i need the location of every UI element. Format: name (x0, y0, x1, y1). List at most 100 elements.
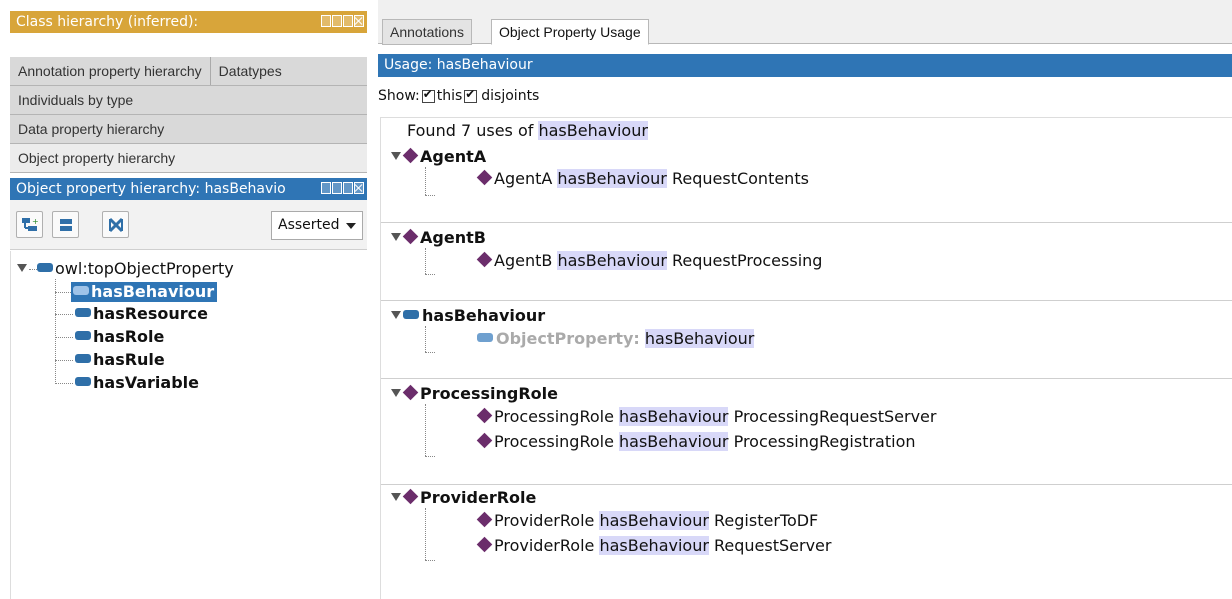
tree-node-hasvariable[interactable]: hasVariable (75, 373, 199, 393)
expand-toggle-icon[interactable] (391, 389, 401, 397)
show-label: Show: (378, 88, 420, 104)
individual-icon (476, 251, 493, 268)
usage-group-header[interactable]: AgentA (391, 147, 486, 167)
group-separator (381, 300, 1232, 301)
restore-icon[interactable] (321, 182, 331, 194)
tree-connector (55, 337, 73, 338)
usage-group-label: hasBehaviour (422, 306, 546, 325)
expand-toggle-icon[interactable] (391, 152, 401, 160)
close-icon[interactable] (354, 15, 364, 27)
tree-connector (55, 383, 73, 384)
view-tabs: Annotations Object Property Usage (378, 0, 1232, 45)
usage-item[interactable]: ProviderRole hasBehaviour RequestServer (476, 536, 831, 556)
tree-connector (425, 560, 435, 561)
tab-row-object-property: Object property hierarchy (10, 144, 367, 173)
tree-node-label: hasBehaviour (91, 282, 215, 301)
usage-group-label: AgentA (420, 147, 487, 166)
usage-item[interactable]: ObjectProperty: hasBehaviour (477, 329, 755, 349)
show-options: Show: this disjoints (378, 87, 539, 105)
hierarchy-toolbar: + Asserted (10, 200, 367, 250)
individual-icon (402, 488, 419, 505)
individual-icon (476, 407, 493, 424)
minimize-icon[interactable] (332, 15, 342, 27)
tab-data-property-hierarchy[interactable]: Data property hierarchy (10, 115, 172, 143)
expand-toggle-icon[interactable] (391, 311, 401, 319)
delete-property-button[interactable] (102, 211, 129, 238)
expand-toggle-icon[interactable] (391, 493, 401, 501)
object-property-icon (75, 354, 91, 363)
object-property-hierarchy-title: Object property hierarchy: hasBehavio (16, 181, 286, 197)
usage-object: ProcessingRegistration (733, 432, 916, 451)
found-prefix: Found 7 uses of (407, 121, 534, 140)
usage-subject: ProcessingRole (494, 407, 614, 426)
tab-individuals-by-type[interactable]: Individuals by type (10, 86, 141, 114)
tab-datatypes[interactable]: Datatypes (209, 57, 290, 85)
usage-property: hasBehaviour (599, 511, 709, 530)
maximize-icon[interactable] (343, 182, 353, 194)
usage-group-label: AgentB (420, 228, 486, 247)
hierarchy-mode-value: Asserted (278, 217, 340, 233)
usage-object: RequestContents (671, 169, 809, 188)
tree-connector (425, 195, 435, 196)
expand-toggle-icon[interactable] (391, 233, 401, 241)
tab-annotations[interactable]: Annotations (382, 19, 472, 45)
tree-node-hasresource[interactable]: hasResource (75, 304, 208, 324)
object-property-icon (75, 308, 91, 317)
tree-connector (425, 456, 435, 457)
delete-property-icon (108, 217, 124, 233)
object-property-icon (75, 331, 91, 340)
group-separator (381, 484, 1232, 485)
maximize-icon[interactable] (343, 15, 353, 27)
window-controls (321, 15, 364, 27)
right-pane: Annotations Object Property Usage Usage:… (378, 0, 1232, 599)
tree-node-hasrole[interactable]: hasRole (75, 327, 164, 347)
usage-group-header[interactable]: ProcessingRole (391, 384, 558, 404)
close-icon[interactable] (354, 182, 364, 194)
individual-icon (476, 169, 493, 186)
usage-property: hasBehaviour (557, 251, 667, 270)
tree-node-label: hasRole (93, 327, 165, 346)
usage-item[interactable]: ProcessingRole hasBehaviour ProcessingRe… (476, 432, 916, 452)
show-this-checkbox[interactable] (421, 87, 435, 103)
tree-connector (425, 404, 426, 456)
tree-connector (425, 326, 426, 352)
tab-object-property-usage[interactable]: Object Property Usage (491, 19, 649, 45)
add-sibling-property-button[interactable] (52, 211, 79, 238)
usage-group-header[interactable]: AgentB (391, 228, 486, 248)
tree-connector (55, 360, 73, 361)
usage-subject: ProviderRole (494, 536, 595, 555)
chevron-down-icon (346, 223, 356, 229)
found-term: hasBehaviour (538, 121, 648, 140)
group-separator (381, 378, 1232, 379)
usage-item[interactable]: AgentA hasBehaviour RequestContents (476, 169, 809, 189)
group-separator (381, 222, 1232, 223)
usage-group-header[interactable]: ProviderRole (391, 488, 536, 508)
usage-subject: ProviderRole (494, 511, 595, 530)
restore-icon[interactable] (321, 15, 331, 27)
usage-group-label: ProviderRole (420, 488, 537, 507)
expand-toggle-icon[interactable] (17, 264, 27, 272)
add-sub-property-button[interactable]: + (16, 211, 43, 238)
tree-node-hasrule[interactable]: hasRule (75, 350, 165, 370)
individual-icon (402, 228, 419, 245)
tab-object-property-hierarchy[interactable]: Object property hierarchy (10, 144, 183, 172)
usage-object: RegisterToDF (714, 511, 819, 530)
hierarchy-mode-dropdown[interactable]: Asserted (271, 211, 363, 240)
tree-node-hasbehaviour[interactable]: hasBehaviour (71, 282, 218, 302)
minimize-icon[interactable] (332, 182, 342, 194)
tree-connector (425, 167, 426, 195)
window-controls (319, 182, 364, 194)
show-disjoints-checkbox[interactable] (464, 87, 478, 103)
object-property-icon (73, 286, 89, 295)
usage-kind: ObjectProperty: (496, 329, 640, 348)
tree-node-root[interactable]: owl:topObjectProperty (17, 259, 234, 279)
individual-icon (402, 147, 419, 164)
usage-group-header[interactable]: hasBehaviour (391, 306, 545, 326)
tab-row-individuals: Individuals by type (10, 86, 367, 115)
tree-connector (29, 269, 37, 270)
tab-annotation-property-hierarchy[interactable]: Annotation property hierarchy (10, 57, 210, 85)
usage-object: ProcessingRequestServer (733, 407, 937, 426)
usage-item[interactable]: ProviderRole hasBehaviour RegisterToDF (476, 511, 819, 531)
usage-item[interactable]: AgentB hasBehaviour RequestProcessing (476, 251, 822, 271)
usage-item[interactable]: ProcessingRole hasBehaviour ProcessingRe… (476, 407, 937, 427)
